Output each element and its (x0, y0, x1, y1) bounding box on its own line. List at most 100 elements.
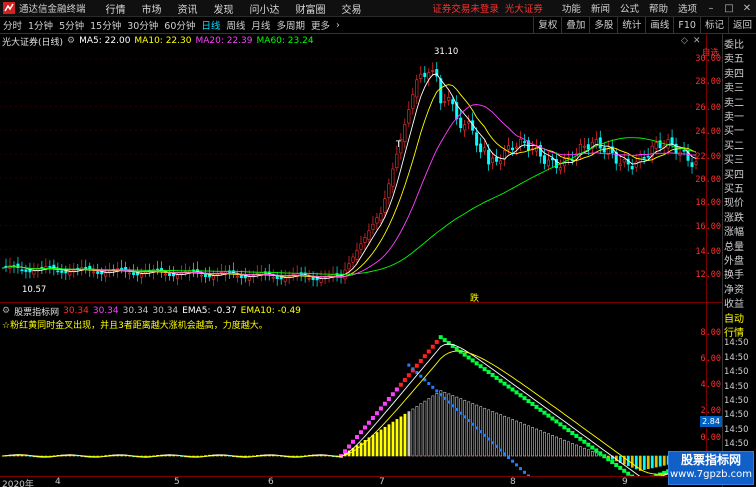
price-tick: 24.00 (695, 127, 721, 137)
indicator-tick: 8.00 (700, 328, 721, 338)
price-tick: 14.00 (695, 247, 721, 257)
watermark-url: www.7gpzb.com (670, 469, 752, 480)
period-tab-60min[interactable]: 60分钟 (161, 18, 198, 32)
period-tab-15min[interactable]: 15分钟 (87, 18, 124, 32)
quote-panel-item: 卖五 (724, 54, 744, 66)
quote-panel-item: 涨幅 (724, 227, 744, 239)
quote-panel-item: 外盘 (724, 256, 744, 267)
close-icon[interactable]: ✕ (741, 2, 753, 14)
kline-svg (0, 58, 706, 287)
quote-panel-item: 14:50 (724, 352, 749, 363)
price-tick: 28.00 (695, 77, 721, 87)
indicator-tick: 4.00 (700, 380, 721, 390)
settings-gear-icon[interactable]: ⚙ (67, 36, 75, 46)
chevron-right-icon[interactable]: › (333, 20, 343, 31)
period-tab-30min[interactable]: 30分钟 (124, 18, 161, 32)
kline-chart[interactable]: 31.10 10.57 T 跌 (0, 47, 706, 304)
ma5-label: MA5: 22.00 (79, 36, 131, 46)
indicator-tick: 0.00 (700, 433, 721, 443)
quote-panel-item: 收益 (724, 299, 744, 311)
indicator-current-value: 2.84 (700, 416, 722, 427)
tool-f10-button[interactable]: F10 (673, 16, 700, 34)
maximize-icon[interactable]: □ (723, 2, 735, 14)
price-tick: 18.00 (695, 198, 721, 208)
sub-gear-icon[interactable]: ⚙ (2, 306, 10, 316)
app-logo-icon (2, 1, 16, 15)
menu-item-help[interactable]: 帮助 (644, 1, 673, 15)
indicator-chart[interactable] (0, 318, 706, 476)
quote-panel-item: 总量 (724, 241, 744, 253)
quote-panel-item: 14:50 (724, 439, 749, 450)
quote-panel-item: 委比 (724, 40, 744, 51)
menu-item-ask[interactable]: 问小达 (242, 1, 288, 16)
period-tab-weekly[interactable]: 周线 (223, 18, 248, 32)
indicator-tick: 2.00 (700, 406, 721, 416)
ema5-label: EMA5: -0.37 (182, 306, 237, 316)
quote-panel-item: 行情 (724, 328, 744, 339)
indicator-tick: 6.00 (700, 354, 721, 364)
ma20-label: MA20: 22.39 (195, 36, 253, 46)
tool-mark-button[interactable]: 标记 (699, 16, 728, 34)
menu-item-newsfeed[interactable]: 新闻 (586, 1, 615, 15)
menu-item-news[interactable]: 资讯 (170, 1, 206, 16)
quote-panel-item: 净资 (724, 284, 744, 296)
price-tick: 26.00 (695, 103, 721, 113)
quote-panel-item: 买一 (724, 126, 744, 138)
quote-panel-item: 14:50 (724, 396, 749, 406)
menu-item-discover[interactable]: 发现 (206, 1, 242, 16)
date-tick: 6 (268, 477, 274, 487)
period-tab-1min[interactable]: 1分钟 (25, 18, 56, 32)
ma60-label: MA60: 23.24 (256, 36, 314, 46)
auto-select-label[interactable]: 自选 (702, 46, 719, 58)
chart-close-icon[interactable]: ✕ (693, 36, 701, 46)
date-tick: 5 (174, 477, 180, 487)
period-tab-daily[interactable]: 日线 (198, 18, 223, 32)
quote-panel-item: 14:50 (724, 338, 749, 349)
ema10-label: EMA10: -0.49 (240, 306, 301, 316)
tool-adjust-button[interactable]: 复权 (533, 16, 561, 34)
tool-draw-button[interactable]: 画线 (645, 16, 673, 34)
price-axis: ◇ ✕ 30.00 28.00 26.00 24.00 22.00 20.00 … (681, 34, 722, 306)
quote-panel-item: 卖一 (724, 112, 744, 123)
menu-item-wealth[interactable]: 财富圈 (288, 1, 334, 16)
period-tab-monthly[interactable]: 月线 (248, 18, 273, 32)
chart-settings-icon[interactable]: ◇ (681, 36, 688, 46)
login-warning[interactable]: 证券交易未登录 (432, 1, 499, 15)
tool-overlay-button[interactable]: 叠加 (561, 16, 589, 34)
chart-divider[interactable] (0, 302, 722, 303)
menu-item-market[interactable]: 市场 (134, 1, 170, 16)
menu-item-options[interactable]: 选项 (673, 1, 702, 15)
period-tab-5min[interactable]: 5分钟 (56, 18, 87, 32)
indicator-value-1: 30.34 (63, 306, 89, 316)
indicator-name[interactable]: 股票指标网 (14, 305, 59, 318)
tool-multi-stock-button[interactable]: 多股 (589, 16, 617, 34)
period-tab-more[interactable]: 更多 (308, 18, 333, 32)
period-tab-multi[interactable]: 多周期 (273, 18, 308, 32)
marker-t: T (396, 140, 402, 150)
ma10-label: MA10: 22.30 (134, 36, 192, 46)
date-tick: 2020年 (2, 480, 34, 487)
price-tick: 22.00 (695, 152, 721, 162)
tool-back-button[interactable]: 返回 (727, 16, 756, 34)
indicator-note: ☆粉红黄同时金叉出现，并且3者距离越大涨机会越高，力度越大。 (2, 321, 268, 331)
quote-panel-item: 14:50 (724, 381, 749, 392)
quote-panel-item: 自动 (724, 313, 744, 325)
indicator-value-3: 30.34 (122, 306, 149, 316)
quote-panel-item: 买二 (724, 140, 744, 152)
sub-legend: ⚙ 股票指标网 30.34 30.34 30.34 30.34 EMA5: -0… (2, 305, 305, 318)
minimize-icon[interactable]: – (705, 2, 717, 14)
period-tab-intraday[interactable]: 分时 (0, 18, 25, 32)
indicator-value-4: 30.34 (152, 306, 179, 316)
tool-stats-button[interactable]: 统计 (617, 16, 645, 34)
menu-item-function[interactable]: 功能 (557, 1, 586, 15)
watermark: 股票指标网 www.7gpzb.com (668, 451, 754, 485)
menu-item-formula[interactable]: 公式 (615, 1, 644, 15)
broker-name[interactable]: 光大证券 (505, 1, 543, 15)
menu-item-quotes[interactable]: 行情 (98, 1, 134, 16)
quote-panel-item: 买五 (724, 184, 744, 195)
quote-panel-item: 现价 (724, 198, 744, 210)
menu-item-trade[interactable]: 交易 (334, 1, 370, 16)
indicator-axis: 8.00 6.00 4.00 2.00 0.00 (701, 305, 722, 475)
stock-title[interactable]: 光大证券(日线) (2, 35, 63, 48)
low-price-label: 10.57 (22, 285, 47, 295)
